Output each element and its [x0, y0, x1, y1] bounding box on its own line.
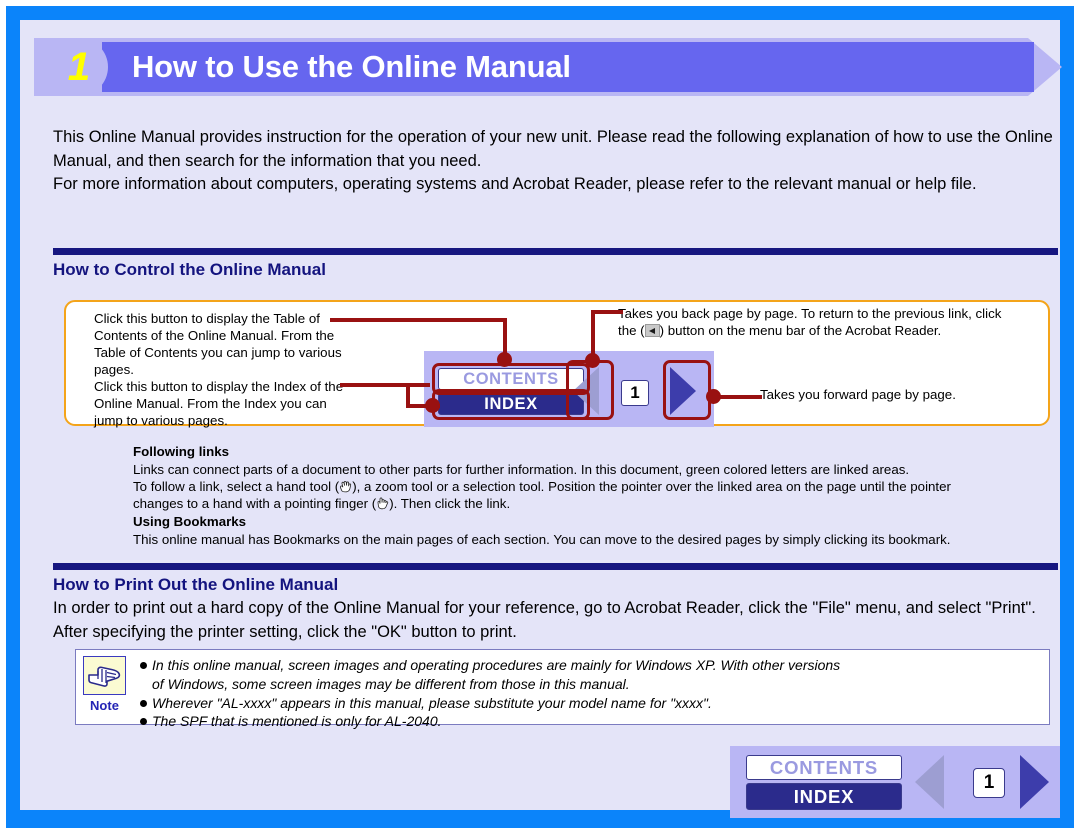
leader-line-back-h	[591, 310, 623, 314]
print-paragraph: In order to print out a hard copy of the…	[53, 599, 1036, 641]
pointing-finger-icon	[376, 497, 389, 510]
links-line-3-a: changes to a hand with a pointing finger…	[133, 496, 377, 511]
bottom-nav-index-button[interactable]: INDEX	[746, 783, 902, 810]
leader-line-index-h1	[340, 383, 430, 387]
leader-dot-forward	[706, 389, 721, 404]
leader-dot-contents	[497, 352, 512, 367]
callout-text-index-button-label: Click this button to display the Index o…	[94, 379, 344, 428]
links-line-2-a: To follow a link, select a hand tool (	[133, 479, 340, 494]
note-label: Note	[90, 698, 119, 713]
note-bullet-3-text: The SPF that is mentioned is only for AL…	[152, 713, 442, 729]
callout-text-index-button: Click this button to display the Index o…	[94, 378, 344, 429]
note-bullet-2-text: Wherever "AL-xxxx" appears in this manua…	[152, 695, 712, 711]
subheading-following-links: Following links	[133, 444, 230, 459]
callout-forward-text: Takes you forward page by page.	[760, 387, 956, 402]
intro-paragraph: This Online Manual provides instruction …	[53, 126, 1058, 197]
intro-line-1: This Online Manual provides instruction …	[53, 128, 1053, 170]
leader-dot-index	[425, 398, 440, 413]
page-title: How to Use the Online Manual	[132, 49, 571, 84]
section-heading-print: How to Print Out the Online Manual	[53, 575, 339, 594]
note-bullet-2: Wherever "AL-xxxx" appears in this manua…	[140, 694, 1045, 713]
subheading-using-bookmarks: Using Bookmarks	[133, 514, 247, 529]
figure-page-number: 1	[621, 380, 649, 406]
note-bullet-1-text-cont: of Windows, some screen images may be di…	[152, 676, 630, 693]
note-bullet-3: The SPF that is mentioned is only for AL…	[140, 712, 1045, 731]
page-frame: 1 How to Use the Online Manual This Onli…	[6, 6, 1074, 828]
links-line-3: changes to a hand with a pointing finger…	[133, 495, 1073, 512]
callout-text-contents-button-label: Click this button to display the Table o…	[94, 311, 342, 377]
note-bullet-1-text: In this online manual, screen images and…	[152, 657, 841, 673]
callout-text-contents-button: Click this button to display the Table o…	[94, 310, 344, 378]
chapter-number: 1	[67, 45, 91, 89]
links-line-2: To follow a link, select a hand tool (),…	[133, 478, 1073, 495]
leader-dot-back	[585, 353, 600, 368]
highlight-ring-forward	[663, 360, 711, 420]
bullet-icon	[140, 700, 147, 707]
bottom-nav-page-number: 1	[973, 768, 1005, 798]
back-arrow-icon	[644, 324, 660, 337]
hand-tool-icon	[339, 480, 352, 493]
links-line-1: Links can connect parts of a document to…	[133, 462, 910, 477]
callout-text-forward-button: Takes you forward page by page.	[760, 386, 1020, 403]
callout-text-back-button: Takes you back page by page. To return t…	[618, 305, 1018, 339]
bullet-icon	[140, 718, 147, 725]
bullet-icon	[140, 662, 147, 669]
section-heading-control: How to Control the Online Manual	[53, 260, 326, 279]
bottom-nav-forward-arrow-icon[interactable]	[1020, 755, 1049, 809]
bottom-nav-back-arrow-icon[interactable]	[915, 755, 944, 809]
highlight-ring-back	[566, 360, 614, 420]
note-icon-frame	[83, 656, 126, 695]
links-line-2-b: ), a zoom tool or a selection tool. Posi…	[352, 479, 951, 494]
callout-back-text-b: ) button on the menu bar of the Acrobat …	[659, 323, 942, 338]
leader-line-forward-h	[714, 395, 762, 399]
section-rule-control	[53, 248, 1058, 255]
page-body: 1 How to Use the Online Manual This Onli…	[20, 20, 1062, 818]
leader-line-contents-h	[330, 318, 506, 322]
links-line-4: This online manual has Bookmarks on the …	[133, 532, 951, 547]
intro-line-2: For more information about computers, op…	[53, 175, 977, 193]
bottom-nav-contents-button[interactable]: CONTENTS	[746, 755, 902, 780]
page-header-banner: 1 How to Use the Online Manual	[34, 38, 1062, 96]
section-rule-print	[53, 563, 1058, 570]
note-bullet-1: In this online manual, screen images and…	[140, 656, 1045, 694]
links-line-3-b: ). Then click the link.	[389, 496, 511, 511]
